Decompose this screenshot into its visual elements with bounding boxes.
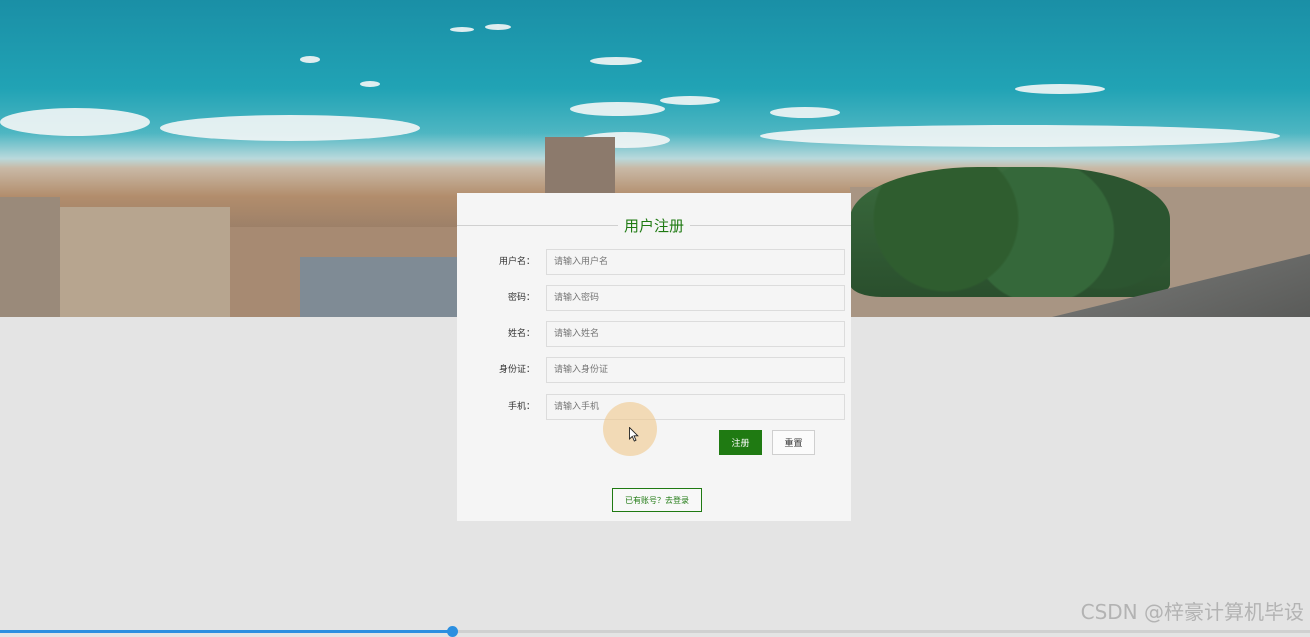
watermark-text: CSDN @梓豪计算机毕设 [1080, 600, 1304, 624]
field-row-username: 用户名： [457, 249, 851, 275]
register-form-card: 用户注册 用户名： 密码： 姓名： 身份证： 手机： 注册 重置 已有账号？去登… [457, 193, 852, 521]
idcard-label: 身份证： [498, 365, 535, 375]
register-button[interactable]: 注册 [719, 430, 762, 455]
password-input[interactable] [554, 286, 834, 310]
field-row-name: 姓名： [457, 321, 851, 347]
idcard-input[interactable] [554, 358, 834, 382]
password-label: 密码： [507, 293, 535, 303]
reset-button[interactable]: 重置 [772, 430, 815, 455]
form-title: 用户注册 [624, 216, 685, 235]
username-label: 用户名： [498, 257, 535, 267]
field-row-password: 密码： [457, 285, 851, 311]
phone-input[interactable] [554, 395, 834, 419]
name-input[interactable] [554, 322, 834, 346]
form-title-row: 用户注册 [457, 215, 852, 235]
username-input[interactable] [554, 250, 834, 274]
go-login-link[interactable]: 已有账号？去登录 [612, 488, 702, 512]
video-progress-handle[interactable] [446, 626, 458, 637]
mouse-cursor-icon [629, 427, 639, 442]
name-label: 姓名： [507, 329, 535, 339]
field-row-idcard: 身份证： [457, 357, 851, 383]
phone-label: 手机： [507, 402, 535, 412]
